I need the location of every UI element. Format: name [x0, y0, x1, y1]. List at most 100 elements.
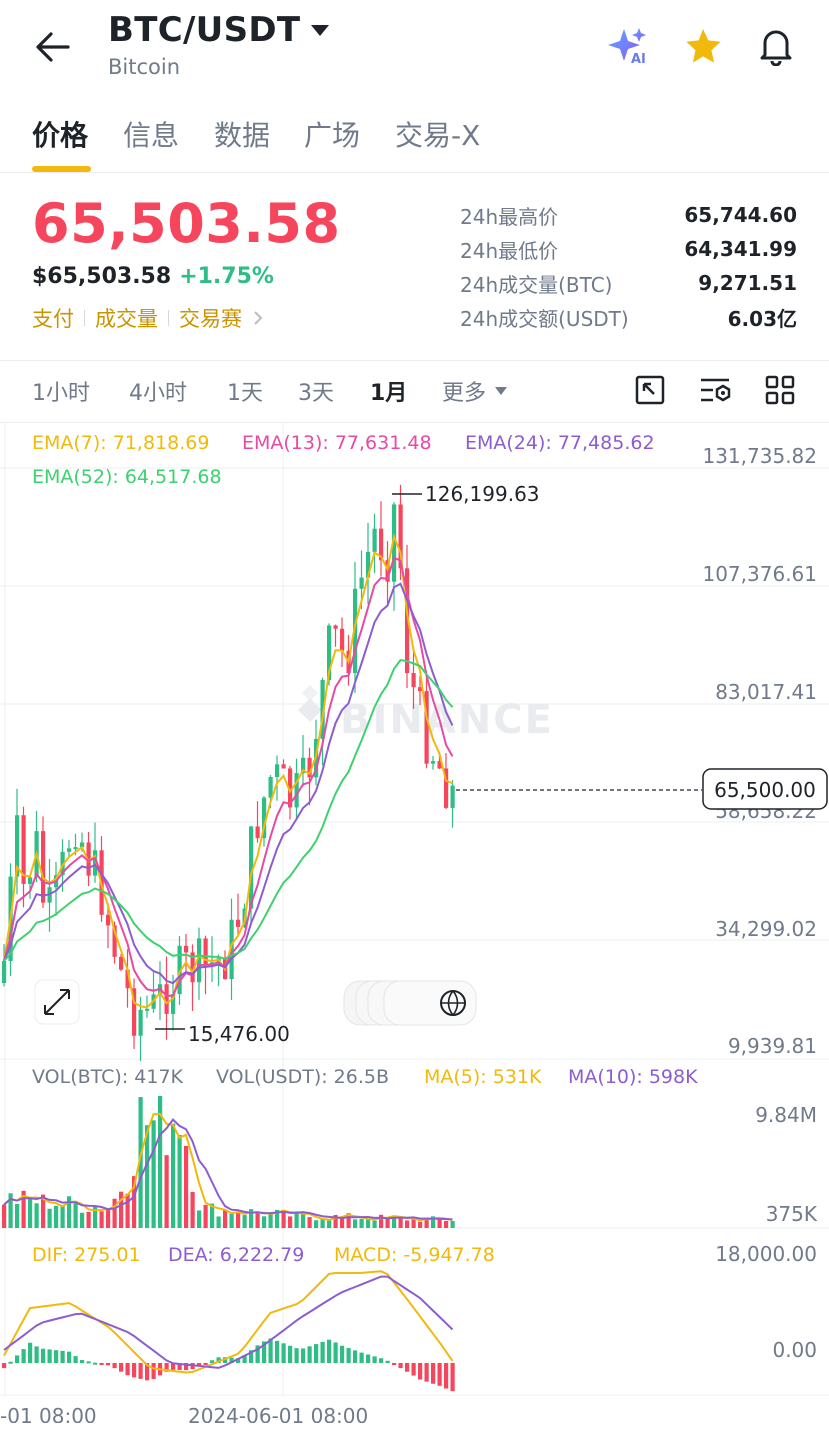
macd-bar: [132, 1363, 137, 1378]
macd-bar: [203, 1363, 208, 1365]
candle-body: [255, 826, 260, 839]
volume-bar: [301, 1213, 306, 1228]
macd-axis-zero: 0.00: [772, 1338, 817, 1362]
fullscreen-chart-button[interactable]: [634, 374, 666, 406]
macd-bar: [372, 1356, 377, 1363]
back-button[interactable]: [34, 30, 72, 64]
timeframe-1h[interactable]: 1小时: [32, 375, 90, 407]
settings-sliders-icon: [701, 378, 731, 402]
volume-bar: [288, 1216, 293, 1228]
volume-bar: [164, 1155, 169, 1228]
fiat-price: $65,503.58: [32, 264, 172, 289]
volume-bar: [184, 1145, 189, 1228]
macd-bar: [2, 1363, 7, 1369]
legend-macd: MACD: -5,947.78: [334, 1244, 495, 1266]
legend-vol-ma10: MA(10): 598K: [568, 1066, 698, 1088]
candle-body: [28, 877, 33, 884]
stat-label: 24h最高价: [460, 204, 559, 229]
macd-bar: [47, 1349, 52, 1363]
axis-label: 9,939.81: [728, 1034, 817, 1058]
tag-volume[interactable]: 成交量: [95, 303, 158, 333]
volume-bar: [125, 1193, 130, 1228]
timeframe-3d[interactable]: 3天: [298, 375, 334, 407]
caret-down-icon: [311, 25, 330, 36]
timeframe-4h[interactable]: 4小时: [129, 375, 187, 407]
time-label: -01 08:00: [0, 1404, 97, 1423]
tab-info[interactable]: 信息: [123, 114, 179, 154]
volume-bar: [262, 1216, 267, 1228]
axis-label: 131,735.82: [702, 444, 817, 468]
macd-bar: [60, 1350, 65, 1363]
timeframe-1d[interactable]: 1天: [227, 375, 263, 407]
indicator-settings-button[interactable]: [698, 374, 732, 406]
stat-value: 6.03亿: [727, 306, 797, 331]
svg-text:AI: AI: [631, 52, 646, 66]
candle-body: [2, 960, 7, 983]
volume-bar: [47, 1208, 52, 1228]
volume-bar: [398, 1217, 403, 1228]
ai-button[interactable]: AI: [606, 26, 650, 67]
candle-body: [145, 1008, 150, 1011]
macd-bar: [281, 1343, 286, 1363]
stats-panel: 24h最高价 65,744.60 24h最低价 64,341.99 24h成交量(B…: [460, 198, 797, 334]
macd-bar: [112, 1363, 117, 1369]
axis-label: 83,017.41: [715, 680, 817, 704]
candle-body: [106, 914, 111, 926]
tag-competition[interactable]: 交易赛: [179, 303, 242, 333]
kline-chart[interactable]: BINANCE EMA(7): 71,818.69 EMA(13): 77,63…: [0, 423, 829, 1423]
macd-bar: [275, 1340, 280, 1363]
ticker-divider: [0, 360, 829, 361]
layout-grid-button[interactable]: [764, 374, 796, 406]
expand-chart-icon: [635, 375, 665, 405]
volume-bar: [80, 1212, 85, 1228]
volume-bar: [236, 1213, 241, 1228]
tab-price[interactable]: 价格: [32, 114, 88, 154]
volume-bar: [359, 1218, 364, 1228]
volume-ma-lines: [3, 1112, 453, 1222]
timeframe-1m[interactable]: 1月: [370, 375, 407, 407]
notification-button[interactable]: [758, 26, 794, 67]
timeframe-more-label: 更多: [442, 381, 487, 406]
timeframe-more[interactable]: 更多: [442, 375, 508, 407]
macd-bar: [320, 1341, 325, 1363]
volume-bar: [106, 1209, 111, 1228]
stat-high: 24h最高价 65,744.60: [460, 198, 797, 232]
macd-bar: [28, 1342, 33, 1363]
stat-label: 24h成交量(BTC): [460, 272, 613, 297]
tab-trade-x[interactable]: 交易-X: [395, 114, 480, 154]
candle-body: [119, 956, 124, 970]
expand-overlay-button[interactable]: [34, 979, 80, 1025]
chevron-right-icon[interactable]: [252, 309, 264, 327]
vol-ma5-line: [3, 1112, 453, 1222]
candle-body: [340, 628, 345, 651]
bell-icon: [760, 30, 792, 67]
web-overlay-stack[interactable]: [343, 980, 477, 1026]
tag-payment[interactable]: 支付: [32, 303, 74, 333]
volume-bar: [15, 1203, 20, 1228]
volume-bar: [307, 1217, 312, 1228]
watermark: BINANCE: [340, 697, 554, 743]
macd-bar: [444, 1363, 449, 1389]
caret-down-icon: [495, 387, 508, 395]
dea-line: [3, 1275, 454, 1369]
pair-selector[interactable]: BTC/USDT: [108, 10, 330, 50]
tag-separator: [84, 310, 85, 326]
macd-bar: [67, 1351, 72, 1363]
legend-dif: DIF: 275.01: [32, 1244, 141, 1266]
tag-separator: [168, 310, 169, 326]
volume-bar: [151, 1120, 156, 1228]
macd-bar: [34, 1346, 39, 1363]
tab-data[interactable]: 数据: [214, 114, 270, 154]
macd-bar: [86, 1361, 91, 1364]
stat-volume-btc: 24h成交量(BTC) 9,271.51: [460, 266, 797, 300]
favorite-button[interactable]: [684, 28, 722, 64]
stat-label: 24h成交额(USDT): [460, 306, 629, 331]
tab-square[interactable]: 广场: [304, 114, 360, 154]
volume-bar: [73, 1203, 78, 1228]
macd-bar: [314, 1344, 319, 1363]
volume-bar: [450, 1221, 455, 1228]
macd-bar: [359, 1352, 364, 1363]
macd-bar: [346, 1348, 351, 1363]
legend-ema13: EMA(13): 77,631.48: [242, 432, 432, 454]
candle-body: [73, 847, 78, 850]
